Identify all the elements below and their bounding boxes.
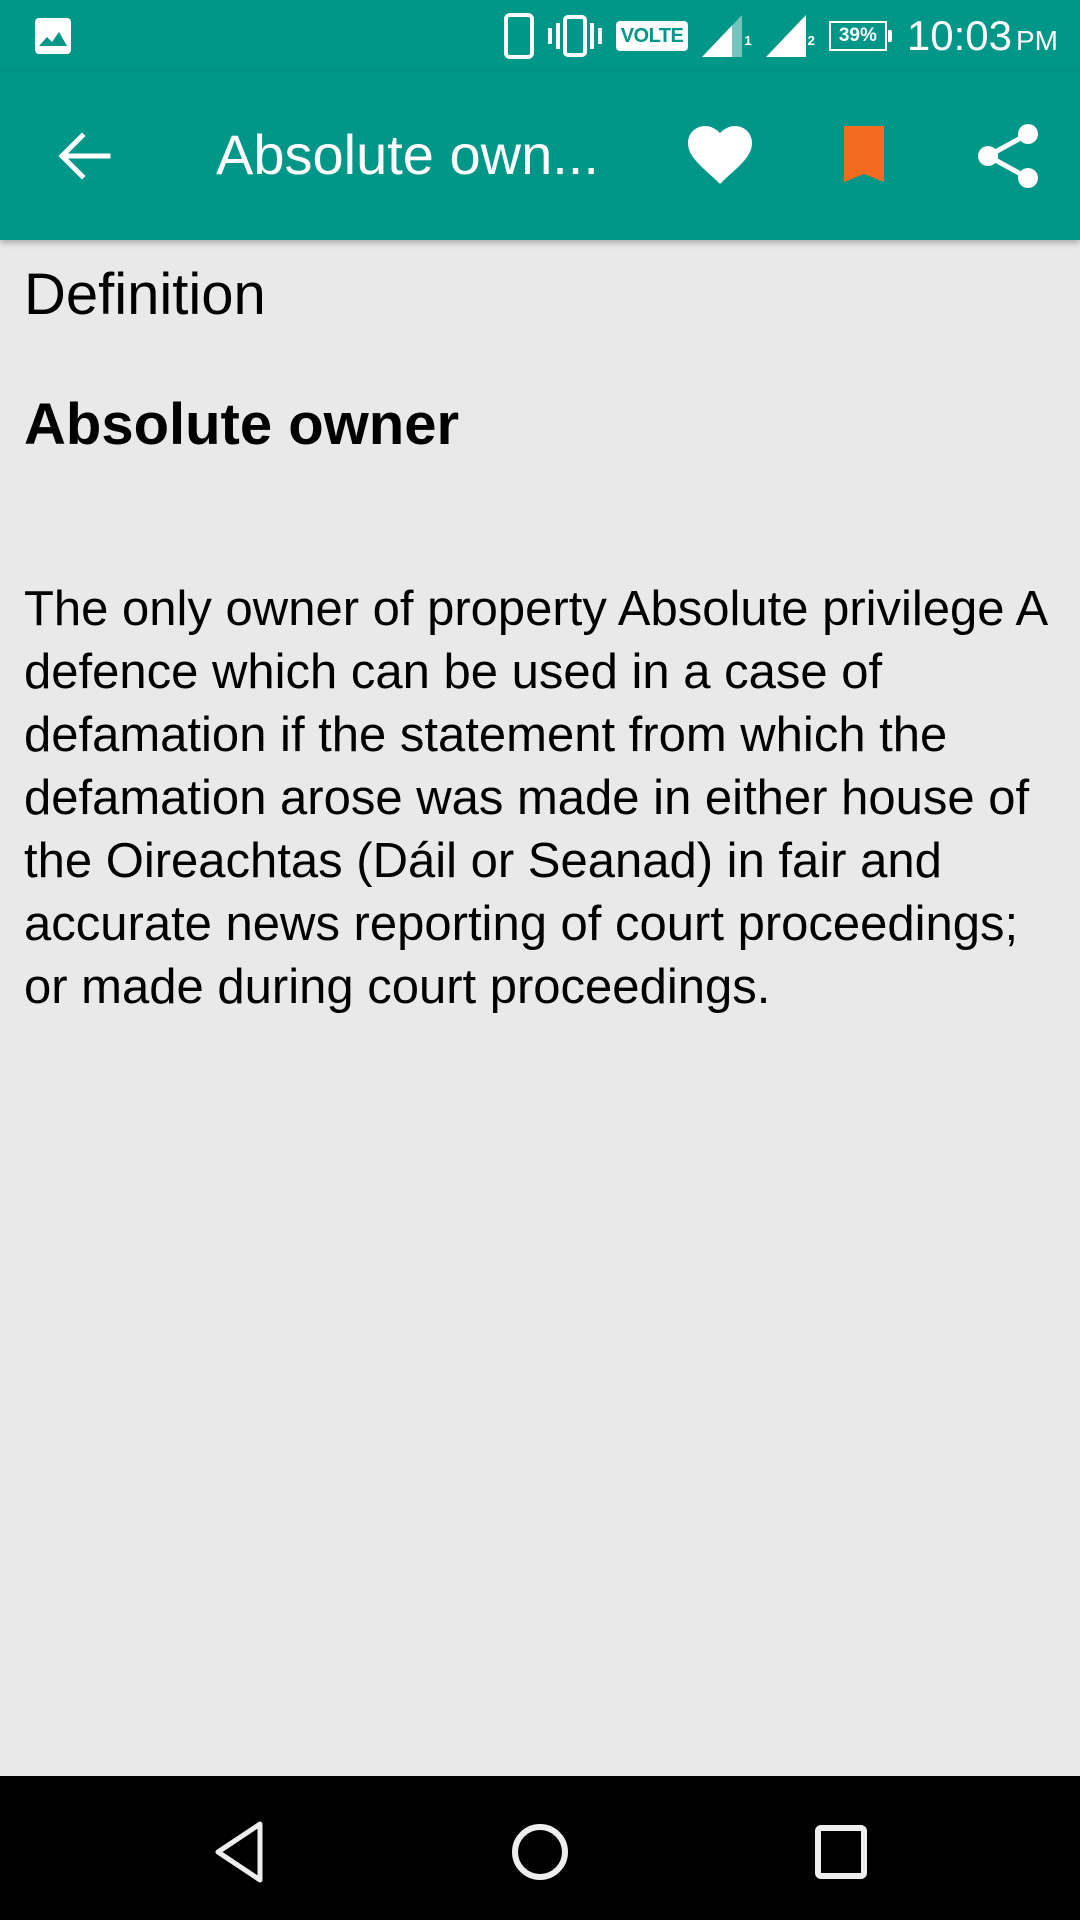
clock-time: 10:03 (906, 12, 1012, 59)
vibrate-icon (547, 15, 602, 57)
sim2-label: 2 (807, 33, 815, 48)
volte-badge: VOLTE (615, 21, 689, 51)
bookmark-icon[interactable] (828, 120, 900, 192)
home-icon[interactable] (500, 1812, 580, 1892)
arrow-back-icon[interactable] (52, 124, 116, 188)
share-icon[interactable] (972, 120, 1044, 192)
status-indicators: VOLTE 1 2 39% 10:03 PM (490, 0, 1058, 72)
definition-content: Definition Absolute owner The only owner… (24, 240, 1054, 1019)
recents-icon[interactable] (800, 1812, 880, 1892)
signal-sim1-icon (702, 15, 743, 57)
heart-icon[interactable] (684, 120, 756, 192)
battery-indicator: 39% (828, 21, 892, 51)
phone-icon (503, 13, 534, 59)
clock: 10:03 PM (907, 12, 1058, 60)
term-heading: Absolute owner (24, 392, 460, 457)
navigation-bar (0, 1776, 1080, 1920)
status-bar: VOLTE 1 2 39% 10:03 PM (0, 0, 1080, 72)
definition-text: The only owner of property Absolute priv… (24, 582, 1046, 1014)
signal-sim2-icon (765, 15, 806, 57)
gallery-icon (35, 18, 71, 54)
section-label: Definition (24, 262, 266, 327)
back-icon[interactable] (200, 1812, 280, 1892)
app-toolbar: Absolute own... (0, 72, 1080, 240)
toolbar-title: Absolute own... (216, 123, 599, 186)
sim1-label: 1 (744, 33, 752, 48)
clock-ampm: PM (1016, 25, 1058, 56)
